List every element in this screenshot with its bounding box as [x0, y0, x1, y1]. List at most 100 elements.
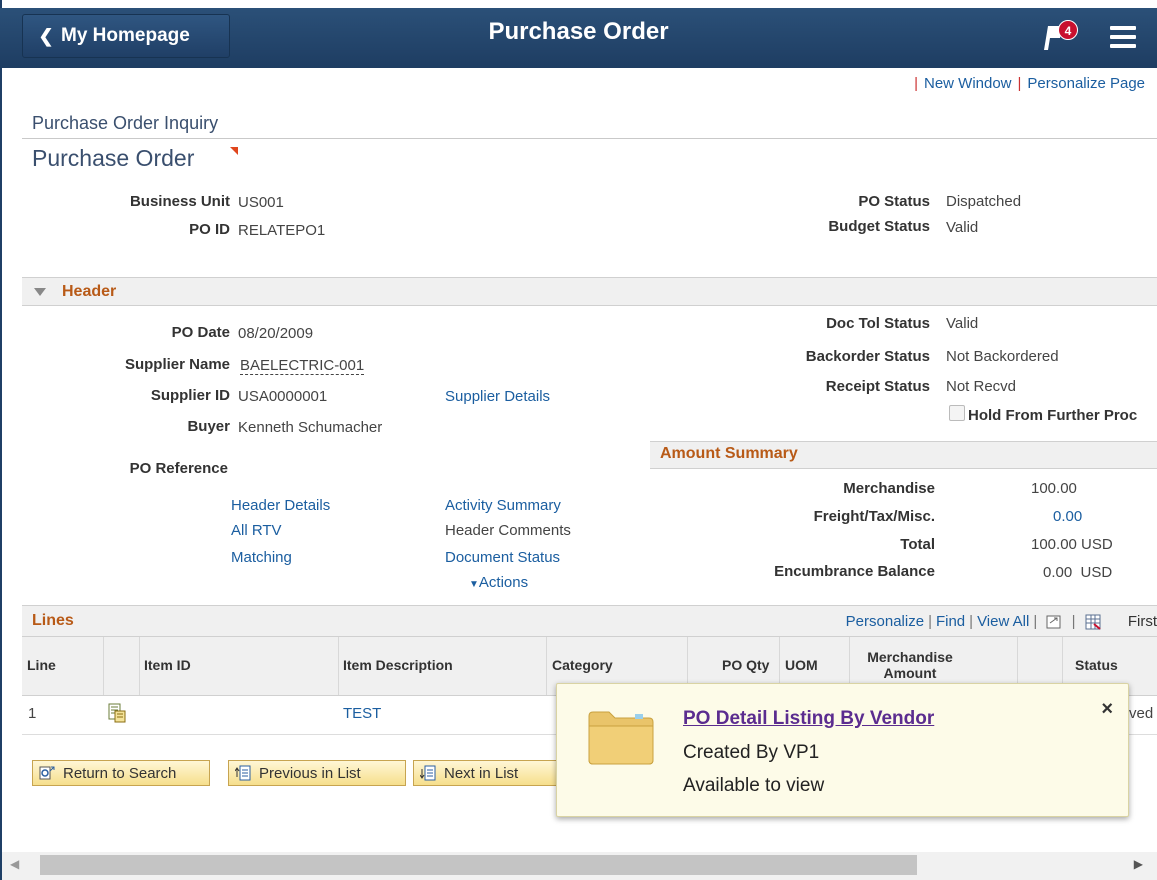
- doc-tol-status-label: Doc Tol Status: [826, 315, 930, 332]
- find-link[interactable]: Find: [936, 613, 965, 630]
- merchandise-label: Merchandise: [843, 480, 935, 497]
- separator: |: [1017, 75, 1022, 92]
- divider: [22, 138, 1157, 139]
- column-divider: [546, 637, 547, 695]
- app-banner: ❮ My Homepage Purchase Order 4: [0, 8, 1157, 68]
- horizontal-scrollbar[interactable]: ◀ ▶: [2, 852, 1157, 880]
- actions-menu[interactable]: ▼Actions: [469, 574, 528, 591]
- search-return-icon: [39, 766, 55, 780]
- related-content-icon[interactable]: [230, 147, 238, 155]
- freight-label: Freight/Tax/Misc.: [813, 508, 935, 525]
- backorder-status-label: Backorder Status: [805, 348, 930, 365]
- row-line-number: 1: [28, 705, 37, 722]
- header-section-toggle[interactable]: Header: [22, 277, 1157, 306]
- po-id-label: PO ID: [189, 221, 230, 238]
- close-icon[interactable]: ×: [1101, 698, 1113, 721]
- actions-label: Actions: [478, 574, 529, 591]
- row-item-description-link[interactable]: TEST: [343, 705, 381, 722]
- po-status-value: Dispatched: [946, 193, 1022, 210]
- col-item-description[interactable]: Item Description: [343, 657, 453, 673]
- amount-summary-bar: Amount Summary: [650, 441, 1157, 469]
- separator: |: [1033, 613, 1038, 630]
- col-line[interactable]: Line: [27, 657, 56, 673]
- column-divider: [103, 637, 104, 695]
- breadcrumb: Purchase Order Inquiry: [32, 113, 219, 133]
- document-status-link[interactable]: Document Status: [445, 549, 560, 566]
- grid-navigation: Personalize | Find | View All | | First: [846, 613, 1157, 630]
- col-merchandise-amount[interactable]: Merchandise Amount: [860, 649, 960, 681]
- scrollbar-thumb[interactable]: [40, 855, 917, 875]
- return-to-search-label: Return to Search: [63, 764, 177, 782]
- row-status-partial: ved: [1129, 705, 1154, 722]
- notification-badge[interactable]: 4: [1058, 20, 1078, 40]
- zoom-grid-icon[interactable]: [1045, 614, 1063, 630]
- total-value: 100.00 USD: [1031, 536, 1113, 553]
- supplier-name-value[interactable]: BAELECTRIC-001: [240, 357, 365, 375]
- header-section-title: Header: [62, 283, 117, 300]
- hold-label: Hold From Further Proc: [968, 407, 1138, 424]
- separator: |: [969, 613, 974, 630]
- top-links: | New Window | Personalize Page: [908, 75, 1145, 92]
- view-all-link[interactable]: View All: [977, 613, 1029, 630]
- return-to-search-button[interactable]: Return to Search: [32, 760, 210, 786]
- hold-checkbox[interactable]: [949, 405, 965, 421]
- header-comments-link[interactable]: Header Comments: [445, 522, 571, 539]
- header-details-link[interactable]: Header Details: [231, 497, 330, 514]
- toast-title-link[interactable]: PO Detail Listing By Vendor: [683, 708, 934, 730]
- po-id-value: RELATEPO1: [238, 222, 326, 239]
- column-divider: [139, 637, 140, 695]
- po-date-value: 08/20/2009: [238, 325, 314, 342]
- supplier-details-link[interactable]: Supplier Details: [445, 388, 550, 405]
- personalize-page-link[interactable]: Personalize Page: [1027, 75, 1145, 92]
- new-window-link[interactable]: New Window: [924, 75, 1012, 92]
- toast-created-by: Created By VP1: [683, 742, 820, 763]
- previous-in-list-label: Previous in List: [259, 764, 361, 782]
- budget-status-value: Valid: [946, 219, 979, 236]
- lines-grid-header: Lines Personalize | Find | View All | | First: [22, 605, 1157, 636]
- banner-title: Purchase Order: [488, 18, 669, 45]
- buyer-label: Buyer: [187, 418, 230, 435]
- po-date-label: PO Date: [171, 324, 230, 341]
- col-po-qty[interactable]: PO Qty: [722, 657, 769, 673]
- supplier-id-value: USA0000001: [238, 388, 328, 405]
- page-title: Purchase Order: [32, 145, 195, 171]
- col-item-id[interactable]: Item ID: [144, 657, 191, 673]
- download-grid-icon[interactable]: [1084, 614, 1102, 630]
- receipt-status-label: Receipt Status: [825, 378, 930, 395]
- receipt-status-value: Not Recvd: [946, 378, 1017, 395]
- encumbrance-label: Encumbrance Balance: [774, 563, 935, 580]
- line-details-icon[interactable]: [108, 703, 126, 723]
- lines-title: Lines: [32, 612, 74, 629]
- scroll-left-arrow-icon[interactable]: ◀: [10, 857, 19, 871]
- previous-in-list-button[interactable]: Previous in List: [228, 760, 406, 786]
- business-unit-value: US001: [238, 194, 284, 211]
- folder-icon: [588, 711, 654, 765]
- po-reference-label: PO Reference: [129, 460, 228, 477]
- personalize-grid-link[interactable]: Personalize: [846, 613, 924, 630]
- next-in-list-button[interactable]: Next in List: [413, 760, 558, 786]
- scroll-right-arrow-icon[interactable]: ▶: [1134, 857, 1143, 871]
- previous-list-icon: [235, 765, 251, 781]
- hamburger-menu-icon[interactable]: [1110, 26, 1136, 50]
- matching-link[interactable]: Matching: [231, 549, 292, 566]
- next-list-icon: [420, 765, 436, 781]
- col-uom[interactable]: UOM: [785, 657, 818, 673]
- all-rtv-link[interactable]: All RTV: [231, 522, 282, 539]
- budget-status-label: Budget Status: [828, 218, 930, 235]
- notification-toast: PO Detail Listing By Vendor Created By V…: [556, 683, 1129, 817]
- column-divider: [338, 637, 339, 695]
- backorder-status-value: Not Backordered: [946, 348, 1059, 365]
- separator: |: [914, 75, 918, 92]
- supplier-name-label: Supplier Name: [124, 356, 230, 373]
- col-status[interactable]: Status: [1075, 657, 1118, 673]
- collapse-triangle-icon: [34, 288, 46, 296]
- po-status-label: PO Status: [858, 193, 930, 210]
- toast-availability: Available to view: [683, 775, 825, 796]
- freight-value-link[interactable]: 0.00: [1053, 508, 1082, 525]
- encumbrance-value: 0.00 USD: [1043, 564, 1113, 581]
- activity-summary-link[interactable]: Activity Summary: [445, 497, 561, 514]
- doc-tol-status-value: Valid: [946, 315, 979, 332]
- supplier-id-label: Supplier ID: [150, 387, 230, 404]
- col-category[interactable]: Category: [552, 657, 613, 673]
- first-label[interactable]: First: [1128, 613, 1157, 630]
